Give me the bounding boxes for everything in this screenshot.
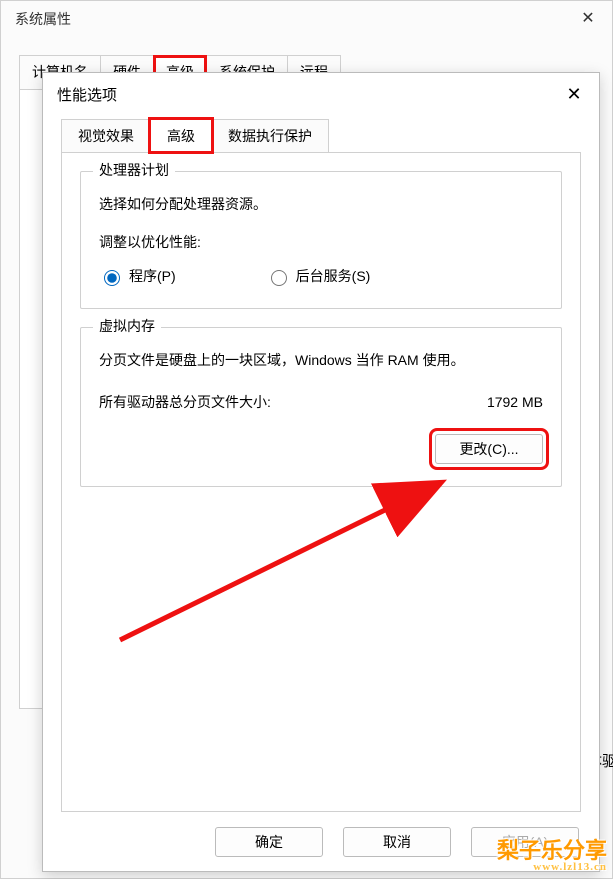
performance-options-title: 性能选项	[57, 84, 117, 105]
tab-dep[interactable]: 数据执行保护	[211, 119, 329, 152]
performance-options-dialog: 性能选项 ✕ 视觉效果 高级 数据执行保护 处理器计划 选择如何分配处理器资源。…	[42, 72, 600, 872]
vm-total-value: 1792 MB	[487, 394, 543, 410]
radio-background-services[interactable]: 后台服务(S)	[266, 266, 371, 286]
inner-tabstrip: 视觉效果 高级 数据执行保护	[61, 119, 599, 152]
close-icon[interactable]: ✕	[578, 9, 598, 29]
cancel-button[interactable]: 取消	[343, 827, 451, 857]
watermark-main: 梨子乐分享	[497, 838, 607, 863]
virtual-memory-group: 虚拟内存 分页文件是硬盘上的一块区域，Windows 当作 RAM 使用。 所有…	[80, 327, 562, 487]
radio-programs[interactable]: 程序(P)	[99, 266, 176, 286]
close-icon[interactable]: ✕	[563, 83, 585, 105]
tab-visual-effects[interactable]: 视觉效果	[61, 119, 151, 152]
vm-desc: 分页文件是硬盘上的一块区域，Windows 当作 RAM 使用。	[99, 350, 543, 370]
tab-advanced-inner[interactable]: 高级	[150, 119, 212, 152]
ok-button[interactable]: 确定	[215, 827, 323, 857]
vm-total-label: 所有驱动器总分页文件大小:	[99, 392, 271, 412]
watermark: 梨子乐分享 www.lzl13.cn	[497, 840, 607, 873]
processor-scheduling-group: 处理器计划 选择如何分配处理器资源。 调整以优化性能: 程序(P) 后台服务(S…	[80, 171, 562, 309]
adjust-label: 调整以优化性能:	[99, 232, 543, 252]
group-legend: 处理器计划	[93, 160, 175, 180]
radio-bg-input[interactable]	[271, 270, 287, 286]
inner-tab-panel: 处理器计划 选择如何分配处理器资源。 调整以优化性能: 程序(P) 后台服务(S…	[61, 152, 581, 812]
cpu-desc: 选择如何分配处理器资源。	[99, 194, 543, 214]
radio-programs-input[interactable]	[104, 270, 120, 286]
radio-programs-label: 程序(P)	[129, 266, 176, 286]
system-properties-title: 系统属性	[15, 9, 71, 29]
change-button[interactable]: 更改(C)...	[435, 434, 543, 464]
change-button-highlight: 更改(C)...	[435, 434, 543, 464]
watermark-sub: www.lzl13.cn	[497, 862, 607, 873]
radio-bg-label: 后台服务(S)	[296, 266, 371, 286]
group-legend: 虚拟内存	[93, 316, 161, 336]
